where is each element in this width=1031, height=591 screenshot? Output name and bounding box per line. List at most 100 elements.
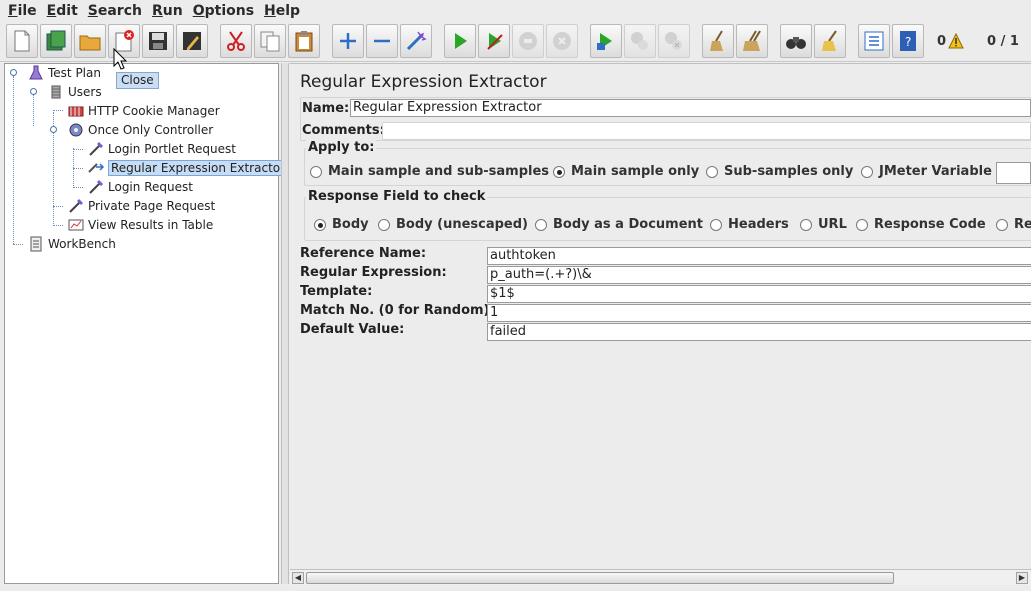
clear-all-button[interactable] (736, 24, 768, 58)
field-body-radio[interactable]: Body (314, 217, 369, 232)
field-body-unescaped-radio[interactable]: Body (unescaped) (378, 217, 528, 232)
collapse-all-button[interactable] (366, 24, 398, 58)
default-value-field[interactable]: failed (487, 323, 1031, 341)
start-no-pauses-button[interactable] (478, 24, 510, 58)
pane-splitter[interactable] (281, 63, 289, 584)
list-icon (864, 31, 884, 51)
save-icon (149, 32, 167, 50)
field-body-document-radio[interactable]: Body as a Document (535, 217, 703, 232)
comments-field[interactable] (382, 122, 1031, 140)
controller-gear-icon (69, 123, 83, 137)
help-button[interactable]: ? (892, 24, 924, 58)
menu-run[interactable]: Run (152, 3, 183, 19)
field-headers-radio[interactable]: Headers (710, 217, 789, 232)
start-button[interactable] (444, 24, 476, 58)
tree-node-test-plan[interactable]: Test Plan (27, 64, 101, 82)
menu-help[interactable]: Help (264, 3, 300, 19)
plus-icon (340, 33, 356, 49)
reset-search-button[interactable] (814, 24, 846, 58)
menu-edit[interactable]: Edit (47, 3, 78, 19)
match-no-field[interactable]: 1 (487, 304, 1031, 322)
remote-stop-all-button[interactable] (624, 24, 656, 58)
tree-node-label: Users (68, 85, 102, 99)
stop-button[interactable] (512, 24, 544, 58)
expand-users-toggle[interactable] (30, 88, 37, 95)
mouse-cursor-icon (113, 48, 127, 70)
sampler-pipette-icon (69, 199, 83, 213)
templates-icon (46, 30, 66, 51)
tree-node-label: Test Plan (48, 66, 101, 80)
regex-field[interactable]: p_auth=(.+?)\& (487, 266, 1031, 284)
save-as-button[interactable] (176, 24, 208, 58)
jmeter-variable-field[interactable] (996, 162, 1031, 184)
shutdown-icon (553, 32, 571, 50)
reference-name-label: Reference Name: (300, 246, 427, 261)
menu-bar: File Edit Search Run Options Help (0, 0, 1031, 22)
response-field-label: Response Field to check (306, 189, 488, 204)
apply-main-and-sub-radio[interactable]: Main sample and sub-samples (310, 164, 549, 179)
expand-all-button[interactable] (332, 24, 364, 58)
clear-button[interactable] (702, 24, 734, 58)
template-field[interactable]: $1$ (487, 285, 1031, 303)
tree-node-once-only-controller[interactable]: Once Only Controller (67, 121, 213, 139)
tree-node-private-page-request[interactable]: Private Page Request (67, 197, 215, 215)
expand-controller-toggle[interactable] (50, 126, 57, 133)
tree-node-workbench[interactable]: WorkBench (27, 235, 116, 253)
paste-button[interactable] (288, 24, 320, 58)
tree-node-users[interactable]: Users (47, 83, 102, 101)
scroll-left-button[interactable]: ◀ (292, 572, 304, 584)
warning-icon[interactable] (948, 33, 964, 49)
tree-node-label: View Results in Table (88, 218, 214, 232)
field-response-message-radio[interactable]: Re (996, 217, 1031, 232)
save-button[interactable] (142, 24, 174, 58)
name-field[interactable]: Regular Expression Extractor (350, 99, 1031, 117)
broom-icon (710, 30, 723, 51)
flask-icon (29, 65, 43, 80)
field-url-radio[interactable]: URL (800, 217, 847, 232)
broom-all-icon (743, 30, 761, 51)
tree-node-view-results[interactable]: View Results in Table (67, 216, 213, 234)
config-element-icon (68, 106, 84, 117)
expand-test-plan-toggle[interactable] (10, 69, 17, 76)
scrollbar-thumb[interactable] (306, 572, 894, 584)
scissors-icon (227, 31, 245, 51)
tree-node-cookie-manager[interactable]: HTTP Cookie Manager (67, 102, 220, 120)
open-button[interactable] (74, 24, 106, 58)
help-book-icon: ? (900, 31, 916, 51)
open-folder-icon (79, 35, 101, 51)
apply-main-only-radio[interactable]: Main sample only (553, 164, 699, 179)
post-processor-icon (88, 163, 105, 173)
tree-node-label: HTTP Cookie Manager (88, 104, 220, 118)
scroll-right-button[interactable]: ▶ (1016, 572, 1028, 584)
minus-icon (374, 39, 390, 43)
match-no-label: Match No. (0 for Random): (300, 303, 495, 318)
tree-node-login-portlet-request[interactable]: Login Portlet Request (87, 140, 236, 158)
extractor-panel: Regular Expression Extractor Name: Regul… (290, 63, 1031, 585)
remote-shutdown-all-button[interactable] (658, 24, 690, 58)
menu-search[interactable]: Search (88, 3, 142, 19)
toggle-wand-icon (406, 31, 427, 51)
field-response-code-radio[interactable]: Response Code (856, 217, 986, 232)
tree-node-login-request[interactable]: Login Request (87, 178, 193, 196)
menu-options[interactable]: Options (193, 3, 254, 19)
reference-name-field[interactable]: authtoken (487, 247, 1031, 265)
horizontal-scrollbar[interactable]: ◀ ▶ (290, 569, 1031, 585)
cut-button[interactable] (220, 24, 252, 58)
warnings-count: 0 (937, 34, 947, 49)
new-button[interactable] (6, 24, 38, 58)
shutdown-button[interactable] (546, 24, 578, 58)
remote-start-all-button[interactable] (590, 24, 622, 58)
menu-file[interactable]: File (8, 3, 37, 19)
search-button[interactable] (780, 24, 812, 58)
function-helper-button[interactable] (858, 24, 890, 58)
toggle-button[interactable] (400, 24, 432, 58)
comments-label: Comments: (302, 123, 385, 138)
tree-node-regex-extractor[interactable]: Regular Expression Extractor (87, 159, 289, 177)
apply-jmeter-variable-radio[interactable]: JMeter Variable (861, 164, 992, 179)
save-as-icon (183, 32, 201, 50)
copy-button[interactable] (254, 24, 286, 58)
templates-button[interactable] (40, 24, 72, 58)
tree-node-label: Private Page Request (88, 199, 216, 213)
apply-sub-only-radio[interactable]: Sub-samples only (706, 164, 853, 179)
tree-node-label: Regular Expression Extractor (108, 160, 289, 176)
